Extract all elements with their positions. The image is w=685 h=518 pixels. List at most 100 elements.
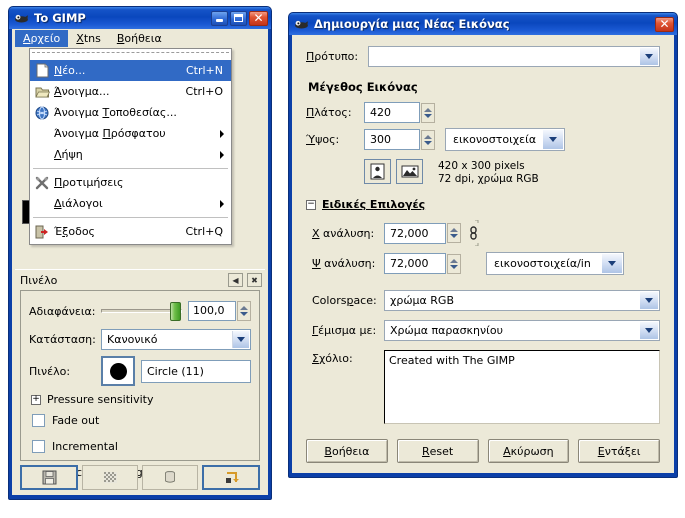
opacity-slider[interactable] [101,302,182,321]
reset-options-button[interactable] [202,464,260,490]
brush-name-field[interactable]: Circle (11) [141,359,251,383]
incremental-checkrow[interactable]: Incremental [32,440,251,453]
advanced-options-expander[interactable]: − Ειδικές Επιλογές [306,198,660,211]
chevron-down-icon[interactable] [232,330,249,348]
width-input[interactable]: 420 [364,102,420,123]
cancel-button[interactable]: Ακύρωση [487,439,570,463]
tools-icon [30,176,54,190]
fade-out-checkbox[interactable] [32,414,45,427]
resolution-unit-combo[interactable]: εικονοστοιχεία/in [486,252,624,275]
opacity-stepper[interactable] [237,301,251,321]
chevron-down-icon[interactable] [640,48,658,65]
stepper-down-icon[interactable] [450,234,458,238]
menu-tearoff[interactable] [32,52,229,58]
width-stepper[interactable] [421,102,435,123]
chevron-down-icon[interactable] [640,292,658,309]
stepper-up-icon[interactable] [450,228,458,232]
menu-item-quit[interactable]: Έξοδος Ctrl+Q [30,221,231,242]
chevron-down-icon[interactable] [640,322,658,339]
dock-titlebar: Πινέλο ◀ ✖ [15,269,265,290]
menu-item-open-label: Άνοιγμα... [54,85,110,98]
brush-label: Πινέλο: [29,364,71,378]
x-resolution-stepper[interactable] [447,223,461,243]
ok-button[interactable]: Εντάξει [578,439,660,463]
submenu-arrow-icon [220,150,224,159]
fill-with-label: Γέμισμα με: [312,324,377,337]
y-resolution-stepper[interactable] [447,253,461,274]
opacity-label: Αδιαφάνεια: [29,304,96,318]
width-row: Πλάτος: 420 [306,102,660,123]
comment-textarea[interactable]: Created with The GIMP [384,350,660,424]
menu-file[interactable]: ΑΑρχείορχείο [15,30,69,47]
stepper-down-icon[interactable] [424,113,432,118]
menu-item-preferences[interactable]: Προτιμήσεις [30,172,231,193]
dialog-window-buttons: ✕ [655,16,675,32]
checker-restore-icon [103,471,117,483]
menu-item-quit-accel: Ctrl+Q [185,225,223,238]
restore-options-button[interactable] [82,464,138,490]
collapse-icon[interactable]: ◀ [228,273,243,287]
chain-link-icon[interactable] [464,220,482,246]
menu-item-open-recent[interactable]: Άνοιγμα Πρόσφατου [30,123,231,144]
menu-item-open[interactable]: Άνοιγμα... Ctrl+O [30,81,231,102]
height-stepper[interactable] [421,129,435,150]
new-image-dialog-window: Δημιουργία μιας Νέας Εικόνας ✕ Πρότυπο: … [288,12,678,478]
menu-item-new[interactable]: Νέο... Ctrl+N [30,60,231,81]
close-icon[interactable]: ✕ [249,10,268,26]
close-icon[interactable]: ✕ [655,16,674,32]
template-combo[interactable] [368,46,660,67]
size-unit-combo[interactable]: εικονοστοιχεία [445,128,565,151]
menu-help[interactable]: Βοήθεια [109,30,170,47]
menu-item-open-accel: Ctrl+O [185,85,223,98]
stepper-up-icon[interactable] [240,306,248,310]
stepper-up-icon[interactable] [424,134,432,139]
fill-with-combo[interactable]: Χρώμα παρασκηνίου [384,320,660,341]
reset-button[interactable]: Reset [396,439,479,463]
menu-separator [33,168,228,169]
fade-out-checkrow[interactable]: Fade out [32,414,251,427]
exit-door-icon [30,225,54,239]
y-resolution-input[interactable]: 72,000 [384,253,446,274]
stepper-down-icon[interactable] [240,312,248,316]
colorspace-value: χρώμα RGB [390,294,455,307]
brush-row: Πινέλο: Circle (11) [29,355,251,387]
dialog-titlebar[interactable]: Δημιουργία μιας Νέας Εικόνας ✕ [289,13,677,35]
stepper-down-icon[interactable] [450,264,458,269]
brush-options-dock: Πινέλο ◀ ✖ Αδιαφάνεια: 100,0 Κατάσταση: … [15,269,265,495]
save-options-button[interactable] [20,464,78,490]
height-input[interactable]: 300 [364,129,420,150]
x-resolution-input[interactable]: 72,000 [384,222,446,244]
menu-item-dialogs[interactable]: Διάλογοι [30,193,231,214]
stepper-down-icon[interactable] [424,140,432,145]
menu-item-open-location[interactable]: Άνοιγμα Τοποθεσίας... [30,102,231,123]
expander-plus-icon[interactable]: + [31,394,41,405]
chevron-down-icon[interactable] [543,130,563,149]
fill-with-value: Χρώμα παρασκηνίου [390,324,503,337]
stepper-up-icon[interactable] [424,107,432,112]
gimp-toolbox-window: To GIMP ✕ ΑΑρχείορχείο Xtns Βοήθεια [8,6,272,500]
maximize-icon[interactable] [230,10,247,26]
expander-minus-icon[interactable]: − [306,199,316,210]
portrait-orientation-icon[interactable] [364,159,391,184]
dialog-body: Πρότυπο: Μέγεθος Εικόνας Πλάτος: 420 Ύψο… [292,35,674,473]
mode-combo[interactable]: Κανονικό [101,328,251,350]
file-menu-popup: Νέο... Ctrl+N Άνοιγμα... Ctrl+O Άνοιγμα … [29,48,232,245]
opacity-value-input[interactable]: 100,0 [188,301,236,321]
opacity-slider-thumb[interactable] [170,302,181,321]
help-button[interactable]: Βοήθεια [306,439,388,463]
minimize-icon[interactable] [211,10,228,26]
incremental-checkbox[interactable] [32,440,45,453]
stepper-up-icon[interactable] [450,258,458,263]
gimp-window-buttons: ✕ [211,10,269,26]
chevron-down-icon[interactable] [602,254,622,273]
gimp-titlebar[interactable]: To GIMP ✕ [9,7,271,29]
menu-xtns[interactable]: Xtns [68,30,109,47]
close-icon[interactable]: ✖ [247,273,262,287]
landscape-orientation-icon[interactable] [396,159,423,184]
colorspace-combo[interactable]: χρώμα RGB [384,290,660,311]
delete-options-button[interactable] [142,464,198,490]
brush-circle-icon[interactable] [101,356,135,386]
mode-label: Κατάσταση: [29,332,96,346]
menu-item-acquire[interactable]: Λήψη [30,144,231,165]
pressure-sensitivity-expander[interactable]: + Pressure sensitivity [31,393,251,406]
